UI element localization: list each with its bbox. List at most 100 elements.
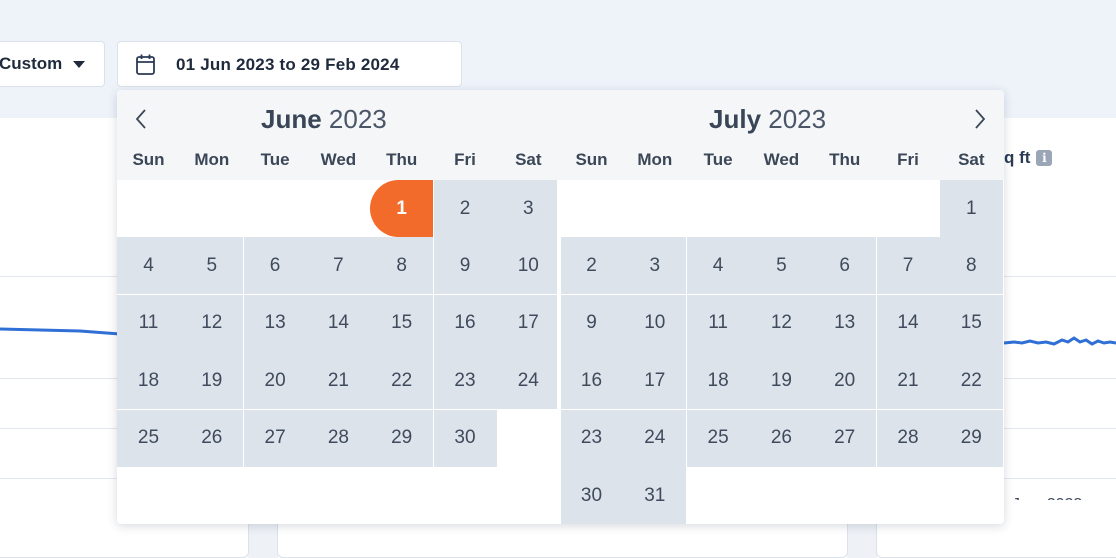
day-cell[interactable]: 13 <box>813 294 877 352</box>
day-cell[interactable]: 24 <box>623 409 687 467</box>
day-cell[interactable]: 14 <box>876 294 940 352</box>
day-cell[interactable]: 23 <box>560 409 623 467</box>
day-cell[interactable]: 16 <box>433 294 497 352</box>
day-cell[interactable]: 16 <box>560 352 623 410</box>
day-cell[interactable]: 19 <box>180 352 244 410</box>
day-cell[interactable]: 1 <box>939 180 1003 237</box>
day-cell-selected-start[interactable]: 1 <box>370 180 434 237</box>
weekday-wed: Wed <box>763 150 800 169</box>
day-cell[interactable]: 29 <box>939 409 1003 467</box>
day-cell[interactable]: 27 <box>243 409 307 467</box>
date-range-text: 01 Jun 2023 to 29 Feb 2024 <box>176 55 400 74</box>
day-cell[interactable]: 8 <box>939 237 1003 295</box>
day-cell[interactable]: 28 <box>876 409 940 467</box>
day-cell[interactable]: 10 <box>623 294 687 352</box>
day-cell[interactable]: 6 <box>813 237 877 295</box>
day-cell[interactable]: 15 <box>939 294 1003 352</box>
day-cell[interactable]: 20 <box>813 352 877 410</box>
weekday-thu: Thu <box>829 150 861 169</box>
day-cell[interactable]: 4 <box>117 237 180 295</box>
day-cell[interactable]: 7 <box>306 237 370 295</box>
month-divider <box>557 180 561 524</box>
day-cell[interactable]: 25 <box>686 409 750 467</box>
gridline <box>0 276 120 277</box>
day-cell[interactable]: 11 <box>686 294 750 352</box>
day-cell[interactable]: 21 <box>876 352 940 410</box>
day-cell[interactable]: 27 <box>813 409 877 467</box>
day-cell[interactable]: 30 <box>560 467 623 524</box>
day-cell[interactable]: 25 <box>117 409 180 467</box>
day-cell[interactable]: 5 <box>749 237 813 295</box>
info-icon[interactable]: i <box>1036 150 1053 166</box>
day-cell[interactable]: 10 <box>496 237 560 295</box>
day-cell[interactable]: 19 <box>749 352 813 410</box>
day-cell[interactable]: 23 <box>433 352 497 410</box>
day-cell[interactable]: 28 <box>306 409 370 467</box>
day-cell[interactable]: 13 <box>243 294 307 352</box>
weekday-mon: Mon <box>194 150 230 169</box>
day-cell[interactable]: 17 <box>623 352 687 410</box>
gridline <box>0 428 120 429</box>
day-cell[interactable]: 11 <box>117 294 180 352</box>
month-title-june: June 2023 <box>261 104 387 135</box>
weekday-thu: Thu <box>386 150 418 169</box>
day-cell[interactable]: 15 <box>370 294 434 352</box>
day-cell[interactable]: 22 <box>370 352 434 410</box>
day-cell[interactable]: 8 <box>370 237 434 295</box>
trend-line-right <box>1004 336 1116 346</box>
day-cell[interactable]: 6 <box>243 237 307 295</box>
gridline <box>1004 428 1116 429</box>
gridline <box>0 378 120 379</box>
date-range-calendar: June 2023 July 2023 Sun Mon Tue Wed Thu Fri Sa… <box>117 90 1004 524</box>
day-cell[interactable]: 12 <box>749 294 813 352</box>
day-cell[interactable]: 3 <box>496 180 560 237</box>
day-cell[interactable]: 17 <box>496 294 560 352</box>
month-name: July <box>709 104 762 134</box>
day-cell[interactable]: 3 <box>623 237 687 295</box>
day-cell[interactable]: 24 <box>496 352 560 410</box>
caret-down-icon <box>73 60 86 68</box>
calendar-icon <box>135 53 157 82</box>
month-name: June <box>261 104 322 134</box>
weekday-sat: Sat <box>958 150 985 169</box>
gridline <box>0 478 120 479</box>
day-cell[interactable]: 5 <box>180 237 244 295</box>
day-cell[interactable]: 2 <box>433 180 497 237</box>
gridline <box>1004 276 1116 277</box>
range-preset-label: Custom <box>0 54 63 73</box>
card-title: q ft i <box>1004 148 1053 168</box>
day-cell[interactable]: 18 <box>117 352 180 410</box>
day-cell[interactable]: 9 <box>560 294 623 352</box>
day-cell[interactable]: 21 <box>306 352 370 410</box>
day-cell[interactable]: 14 <box>306 294 370 352</box>
chevron-right-icon[interactable] <box>966 104 994 134</box>
day-cell[interactable]: 26 <box>749 409 813 467</box>
day-cell[interactable]: 9 <box>433 237 497 295</box>
day-cell[interactable]: 22 <box>939 352 1003 410</box>
weekday-mon: Mon <box>637 150 673 169</box>
month-year: 2023 <box>328 104 387 134</box>
day-cell[interactable]: 2 <box>560 237 623 295</box>
weekday-wed: Wed <box>320 150 357 169</box>
weekday-fri: Fri <box>454 150 476 169</box>
day-cell[interactable]: 29 <box>370 409 434 467</box>
date-range-field[interactable]: 01 Jun 2023 to 29 Feb 2024 <box>117 41 462 87</box>
day-cell[interactable]: 4 <box>686 237 750 295</box>
gridline <box>1004 378 1116 379</box>
day-cell[interactable]: 26 <box>180 409 244 467</box>
day-cell[interactable]: 30 <box>433 409 497 467</box>
chevron-left-icon[interactable] <box>127 104 155 134</box>
month-year: 2023 <box>768 104 827 134</box>
weekday-fri: Fri <box>897 150 919 169</box>
weekday-tue: Tue <box>260 150 290 169</box>
weekday-sat: Sat <box>515 150 542 169</box>
weekday-sun: Sun <box>132 150 165 169</box>
range-preset-select[interactable]: Custom <box>0 41 105 87</box>
day-cell[interactable]: 20 <box>243 352 307 410</box>
weekday-sun: Sun <box>575 150 608 169</box>
day-cell[interactable]: 31 <box>623 467 687 524</box>
month-title-july: July 2023 <box>709 104 826 135</box>
day-cell[interactable]: 7 <box>876 237 940 295</box>
day-cell[interactable]: 12 <box>180 294 244 352</box>
day-cell[interactable]: 18 <box>686 352 750 410</box>
